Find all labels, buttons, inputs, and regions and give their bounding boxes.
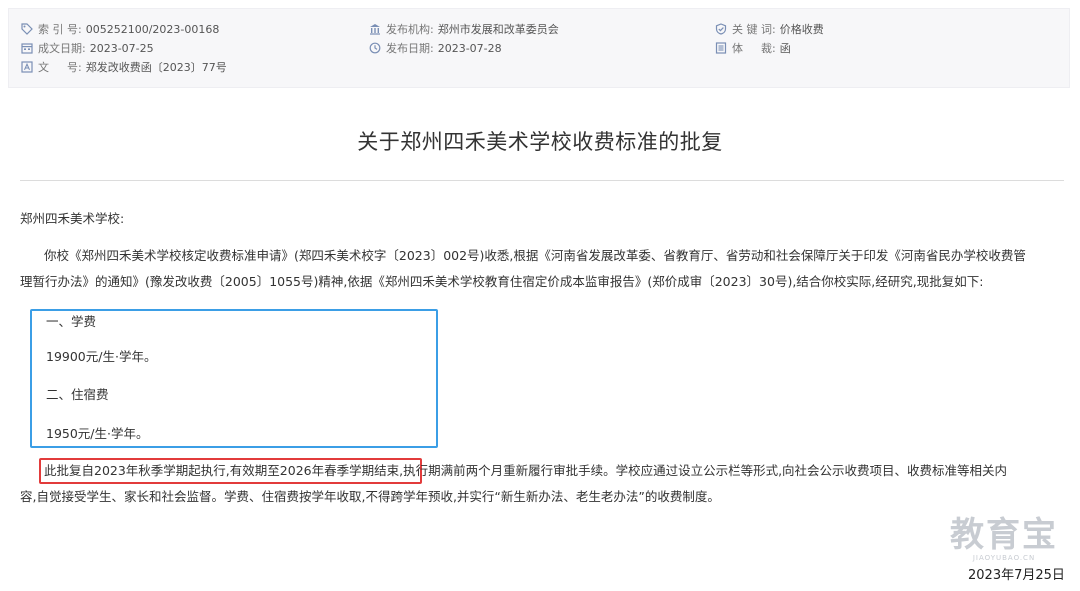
meta-keyword-value: 价格收费 (779, 23, 824, 36)
meta-index-number: 索 引 号: 005252100/2023-00168 (21, 21, 219, 37)
meta-publisher-label: 发布机构: (386, 23, 434, 36)
title-divider (20, 180, 1064, 181)
document-title: 关于郑州四禾美术学校收费标准的批复 (357, 130, 723, 154)
meta-keyword-label: 关 键 词: (732, 23, 776, 36)
shield-check-icon (715, 23, 727, 35)
accommodation-heading: 二、住宿费 (46, 387, 109, 402)
meta-publisher: 发布机构: 郑州市发展和改革委员会 (369, 21, 559, 37)
validity-paragraph-line-2: 容,自觉接受学生、家长和社会监督。学费、住宿费按学年收取,不得跨学年预收,并实行… (20, 489, 720, 504)
meta-docno-label: 文 号: (38, 61, 82, 74)
clock-icon (369, 42, 381, 54)
institution-icon (370, 24, 380, 35)
intro-paragraph-line-2: 理暂行办法》的通知》(豫发改收费〔2005〕1055号)精神,依据《郑州四禾美术… (20, 274, 984, 289)
list-document-icon (715, 42, 727, 54)
meta-genre-value: 函 (779, 42, 791, 55)
meta-index-value: 005252100/2023-00168 (85, 22, 220, 36)
text-box-icon (21, 61, 33, 73)
meta-index-label: 索 引 号: (38, 23, 82, 36)
meta-publisher-value: 郑州市发展和改革委员会 (437, 23, 559, 36)
tuition-heading: 一、学费 (46, 314, 97, 329)
meta-keywords: 关 键 词: 价格收费 (715, 21, 824, 37)
tag-icon (21, 23, 33, 35)
meta-created-label: 成文日期: (38, 42, 86, 55)
validity-highlight-text: 此批复自2023年秋季学期起执行,有效期至2026年春季学期结束, (44, 463, 404, 478)
meta-created-value: 2023-07-25 (89, 41, 154, 55)
document-date: 2023年7月25日 (968, 568, 1065, 583)
meta-published-date: 发布日期: 2023-07-28 (369, 40, 502, 56)
accommodation-value: 1950元/生·学年。 (46, 426, 149, 441)
watermark-logo: 教育宝 (950, 515, 1058, 555)
tuition-value: 19900元/生·学年。 (46, 349, 157, 364)
watermark-subtext: JIAOYUBAO.CN (972, 554, 1036, 562)
meta-published-label: 发布日期: (386, 42, 434, 55)
meta-created-date: 成文日期: 2023-07-25 (21, 40, 154, 56)
calendar-icon (21, 43, 33, 54)
validity-paragraph-line-1: 此批复自2023年秋季学期起执行,有效期至2026年春季学期结束,执行期满前两个… (44, 459, 1007, 483)
meta-docno-value: 郑发改收费函〔2023〕77号 (85, 61, 227, 74)
validity-rest-text: 执行期满前两个月重新履行审批手续。学校应通过设立公示栏等形式,向社会公示收费项目… (403, 463, 1008, 478)
meta-published-value: 2023-07-28 (437, 41, 502, 55)
salutation: 郑州四禾美术学校: (20, 211, 125, 226)
meta-genre: 体 裁: 函 (715, 40, 791, 56)
meta-genre-label: 体 裁: (732, 42, 776, 55)
meta-document-number: 文 号: 郑发改收费函〔2023〕77号 (21, 59, 227, 75)
document-meta-panel: 索 引 号: 005252100/2023-00168 发布机构: 郑州市发展和… (8, 8, 1070, 88)
intro-paragraph-line-1: 你校《郑州四禾美术学校核定收费标准申请》(郑四禾美术校字〔2023〕002号)收… (44, 248, 1026, 263)
